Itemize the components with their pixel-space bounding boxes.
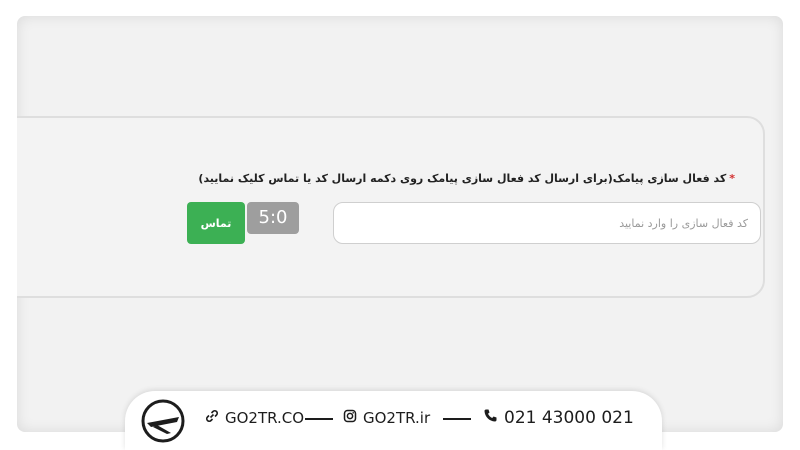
instagram-icon: [343, 409, 357, 427]
page-frame: *کد فعال سازی پیامک(برای ارسال کد فعال س…: [17, 16, 783, 432]
verification-card: *کد فعال سازی پیامک(برای ارسال کد فعال س…: [17, 116, 765, 298]
countdown-timer: 5:0: [247, 202, 299, 234]
required-mark: *: [729, 172, 735, 185]
footer-divider: [443, 418, 471, 420]
instagram-text: GO2TR.ir: [363, 409, 431, 427]
verification-code-label: *کد فعال سازی پیامک(برای ارسال کد فعال س…: [198, 172, 735, 185]
verification-code-input[interactable]: [333, 202, 761, 244]
footer-bar: GO2TR.CO GO2TR.ir 021 43000 021: [125, 391, 662, 450]
phone-text: 021 43000 021: [504, 408, 634, 428]
link-icon: [205, 409, 219, 427]
instagram-item[interactable]: GO2TR.ir: [343, 391, 430, 445]
verification-code-label-text: کد فعال سازی پیامک(برای ارسال کد فعال سا…: [198, 172, 727, 185]
logo-icon: [141, 399, 185, 443]
call-button[interactable]: تماس: [187, 202, 245, 244]
website-item[interactable]: GO2TR.CO: [205, 391, 304, 445]
footer-divider: [305, 418, 333, 420]
website-text: GO2TR.CO: [225, 409, 305, 427]
phone-icon: [483, 408, 498, 428]
phone-item[interactable]: 021 43000 021: [483, 391, 634, 445]
